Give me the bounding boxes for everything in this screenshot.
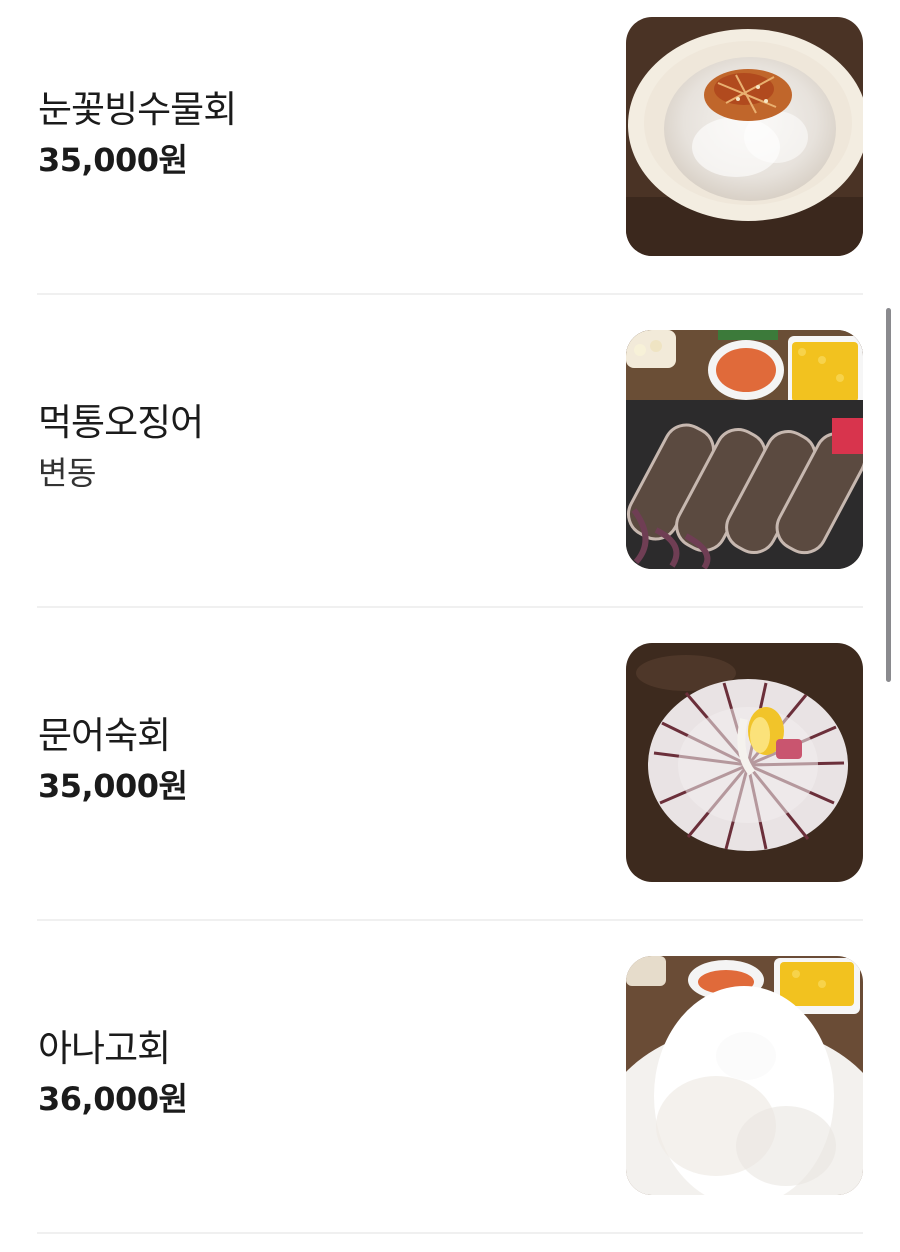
squid-platter-photo[interactable] [626, 330, 863, 569]
menu-item-text: 눈꽃빙수물회 35,000원 [38, 86, 237, 182]
menu-item[interactable]: 눈꽃빙수물회 35,000원 [0, 0, 900, 313]
menu-item-name: 눈꽃빙수물회 [38, 88, 237, 131]
anago-hoe-photo[interactable] [626, 956, 863, 1195]
octopus-sukhoe-photo[interactable] [626, 643, 863, 882]
menu-item[interactable]: 문어숙회 35,000원 [0, 626, 900, 939]
bingsu-mulhoe-photo[interactable] [626, 17, 863, 256]
divider [37, 293, 863, 295]
menu-list: 눈꽃빙수물회 35,000원 먹통오징어 변동 문어숙회 35,000원 아나고… [0, 0, 900, 1252]
menu-item-price: 변동 [38, 454, 96, 492]
divider [37, 919, 863, 921]
menu-item-price: 35,000원 [38, 767, 188, 805]
scrollbar[interactable] [886, 308, 891, 682]
menu-item-text: 먹통오징어 변동 [38, 399, 204, 495]
menu-item-name: 문어숙회 [38, 714, 171, 757]
menu-item-price: 36,000원 [38, 1080, 188, 1118]
divider [37, 606, 863, 608]
menu-item-text: 문어숙회 35,000원 [38, 712, 188, 808]
divider [37, 1232, 863, 1234]
menu-item-text: 아나고회 36,000원 [38, 1025, 188, 1121]
menu-item-price: 35,000원 [38, 141, 188, 179]
menu-item-name: 먹통오징어 [38, 401, 204, 444]
menu-item[interactable]: 아나고회 36,000원 [0, 939, 900, 1252]
menu-item[interactable]: 먹통오징어 변동 [0, 313, 900, 626]
menu-item-name: 아나고회 [38, 1027, 171, 1070]
